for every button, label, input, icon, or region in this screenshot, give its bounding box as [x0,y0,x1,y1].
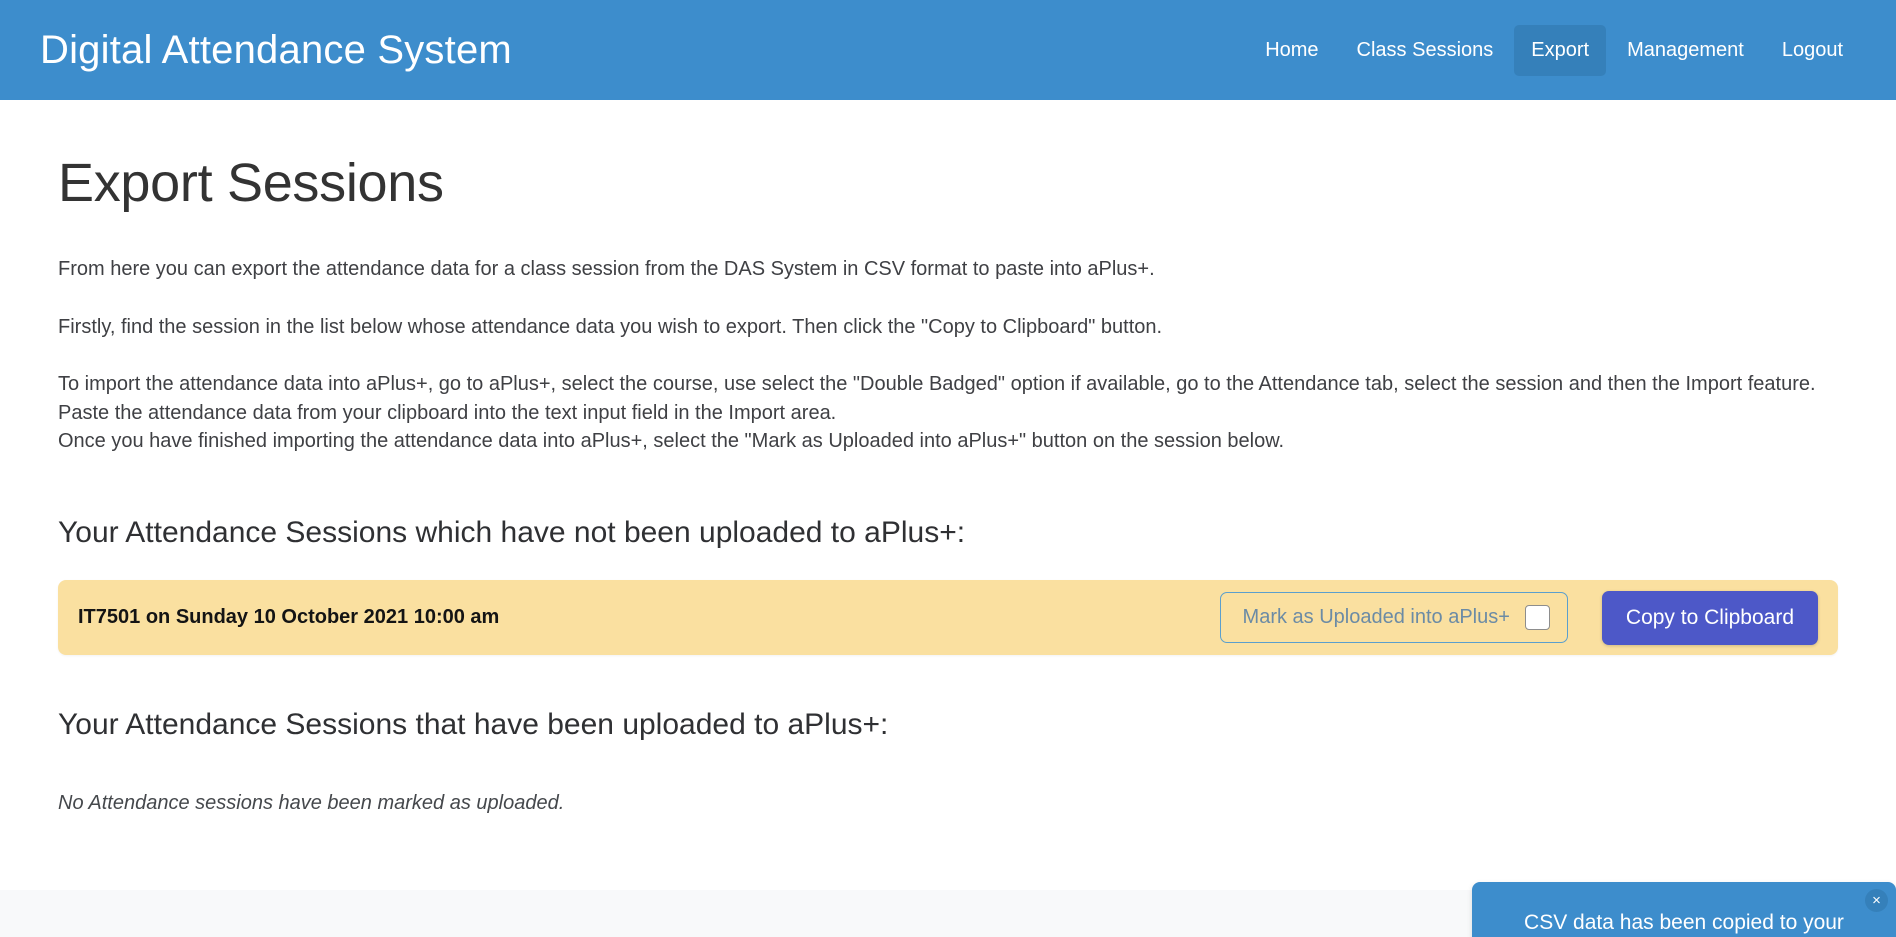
main-nav: Home Class Sessions Export Management Lo… [1248,24,1860,76]
page-content: Export Sessions From here you can export… [0,153,1896,937]
intro-paragraph-1: From here you can export the attendance … [58,258,1155,281]
session-action-group: Mark as Uploaded into aPlus+ Copy to Cli… [1219,590,1818,645]
app-brand-title[interactable]: Digital Attendance System [40,30,512,70]
mark-as-uploaded-checkbox[interactable] [1524,605,1550,631]
close-icon[interactable]: × [1865,889,1888,913]
intro-paragraph-2: Firstly, find the session in the list be… [58,315,1163,338]
pending-session-row: IT7501 on Sunday 10 October 2021 10:00 a… [58,580,1838,656]
toast-message: CSV data has been copied to your clipboa… [1524,911,1844,935]
uploaded-sessions-heading: Your Attendance Sessions that have been … [58,708,889,742]
copy-to-clipboard-button[interactable]: Copy to Clipboard [1601,590,1818,645]
intro-text-block: From here you can export the attendance … [58,255,1838,455]
clipboard-toast-notification: × CSV data has been copied to your clipb… [1472,882,1896,937]
nav-link-class-sessions[interactable]: Class Sessions [1340,25,1511,76]
nav-link-home[interactable]: Home [1248,25,1335,76]
session-label: IT7501 on Sunday 10 October 2021 10:00 a… [78,606,500,629]
nav-link-logout[interactable]: Logout [1765,25,1860,76]
top-navigation-bar: Digital Attendance System Home Class Ses… [0,0,1896,100]
mark-as-uploaded-label: Mark as Uploaded into aPlus+ [1242,606,1510,629]
mark-as-uploaded-button[interactable]: Mark as Uploaded into aPlus+ [1219,592,1568,644]
instructions-line-2: Paste the attendance data from your clip… [58,401,837,424]
uploaded-sessions-empty-message: No Attendance sessions have been marked … [58,792,565,815]
page-title: Export Sessions [58,153,444,213]
nav-link-management[interactable]: Management [1610,25,1761,76]
instructions-line-3: Once you have finished importing the att… [58,429,1285,452]
instructions-line-1: To import the attendance data into aPlus… [58,373,1816,396]
nav-link-export[interactable]: Export [1514,24,1607,76]
pending-sessions-heading: Your Attendance Sessions which have not … [58,516,966,550]
instructions-paragraph: To import the attendance data into aPlus… [58,370,1838,455]
